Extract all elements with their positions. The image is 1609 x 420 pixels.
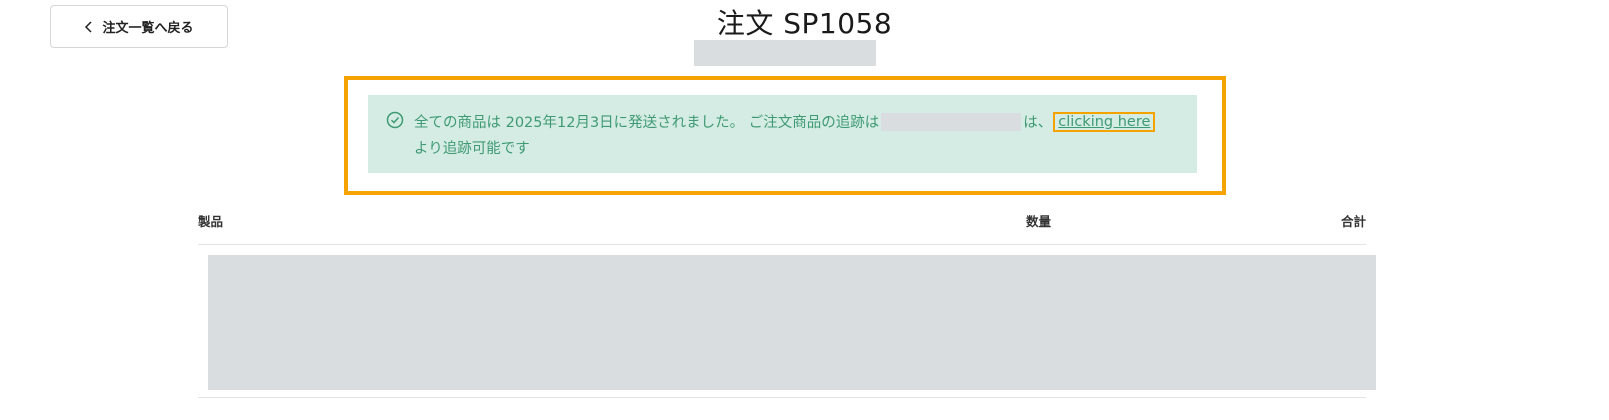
column-header-total: 合計 — [1340, 214, 1366, 229]
order-table-header: 製品 数量 合計 — [198, 211, 1366, 245]
check-circle-icon — [386, 111, 404, 129]
tracking-link[interactable]: clicking here — [1053, 111, 1156, 132]
column-header-product: 製品 — [198, 214, 224, 229]
table-divider — [198, 397, 1366, 398]
redacted-tracking-info — [881, 112, 1022, 131]
column-header-quantity: 数量 — [1026, 214, 1052, 229]
notice-text-after: は、 — [1023, 115, 1053, 131]
notice-text: 全ての商品は 2025年12月3日に発送されました。 ご注文商品の追跡は — [414, 115, 880, 131]
shipment-notice: 全ての商品は 2025年12月3日に発送されました。 ご注文商品の追跡は は、 … — [368, 95, 1197, 173]
redacted-order-items — [208, 255, 1376, 390]
page-title: 注文 SP1058 — [716, 7, 893, 40]
redacted-subtitle — [694, 40, 876, 66]
notice-text-line2: より追跡可能です — [414, 141, 530, 157]
